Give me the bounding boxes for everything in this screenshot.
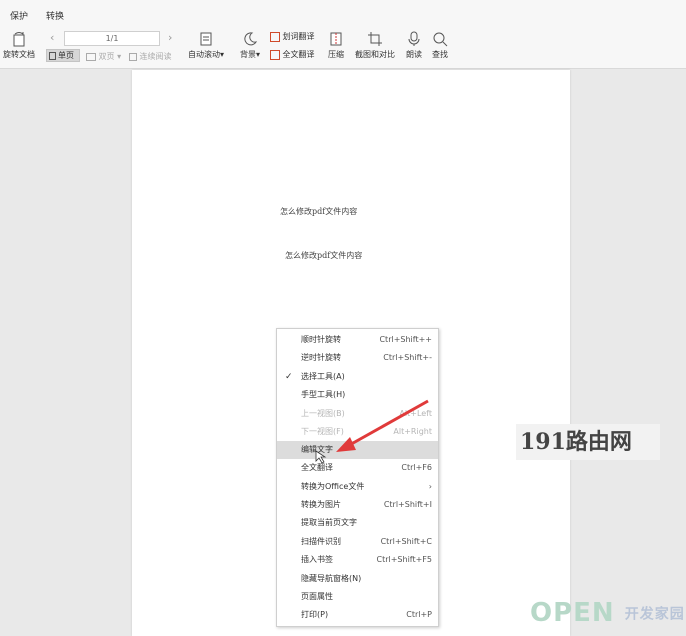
site-watermark: 191路由网: [516, 424, 660, 460]
open-logo-watermark: OPEN 开发家园: [530, 598, 685, 628]
mouse-cursor-icon: [315, 450, 327, 464]
red-arrow-icon: [336, 399, 429, 452]
open-logo-text: OPEN: [530, 598, 615, 628]
open-logo-cn-text: 开发家园: [624, 606, 685, 623]
annotation-overlay: [315, 399, 429, 464]
